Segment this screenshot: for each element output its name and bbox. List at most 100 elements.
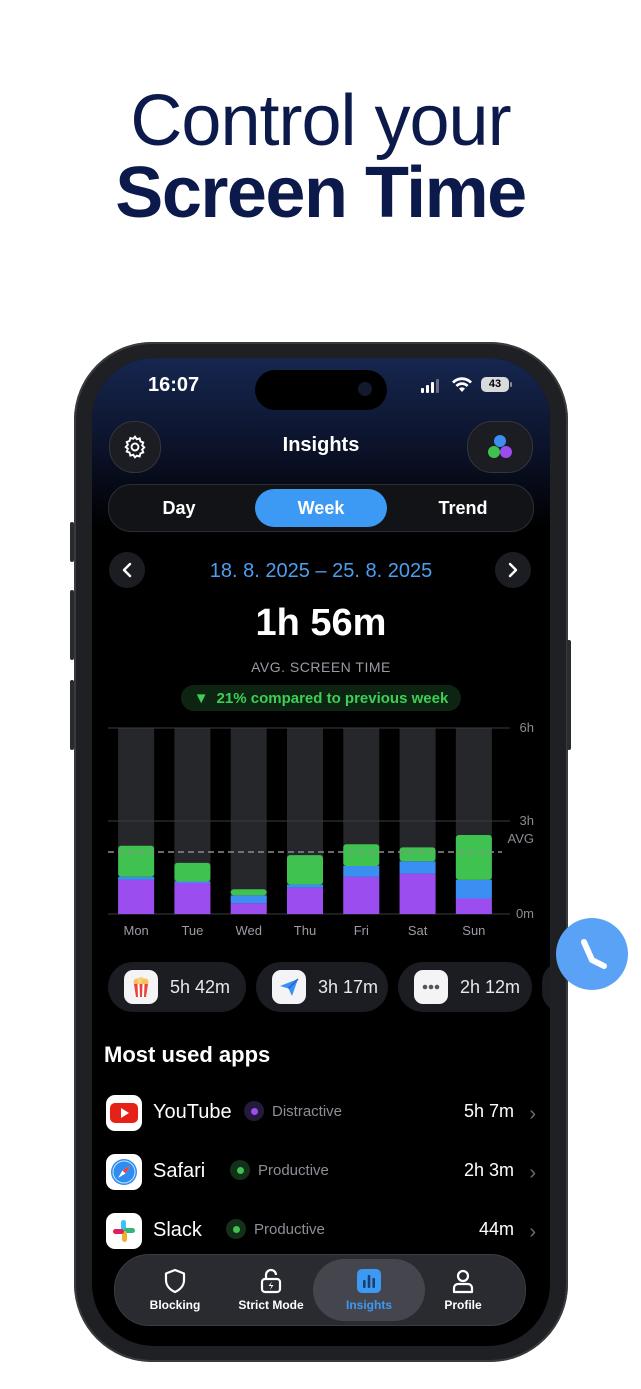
bar-segment — [343, 865, 380, 877]
app-category: Productive — [226, 1219, 325, 1239]
bar-segment — [118, 879, 155, 914]
category-dot — [244, 1101, 264, 1121]
app-time: 2h 3m — [463, 1160, 514, 1180]
battery-icon: 43 — [481, 377, 509, 392]
profile-color-button[interactable] — [467, 421, 533, 473]
app-category: Productive — [230, 1160, 329, 1180]
color-dots-icon — [488, 435, 512, 458]
bar-segment — [343, 876, 380, 914]
app-time: 5h 7m — [463, 1101, 514, 1121]
bar-segment — [399, 873, 436, 914]
weekly-usage-chart: 0m 3h 6h AVG Mon Tue Wed Thu Fri Sat Sun — [108, 720, 535, 938]
bar-segment — [174, 883, 211, 914]
tab-trend[interactable]: Trend — [397, 489, 529, 527]
tab-day[interactable]: Day — [113, 489, 245, 527]
tab-label: Profile — [444, 1298, 482, 1312]
status-time: 16:07 — [148, 374, 200, 396]
bar-segment — [230, 903, 267, 914]
bar-segment — [455, 898, 492, 914]
bar-chart-icon — [357, 1269, 381, 1293]
phone-action-button — [70, 522, 74, 562]
chevron-right-icon: › — [529, 1162, 536, 1184]
tab-insights[interactable]: Insights — [313, 1259, 425, 1321]
phone-volume-down — [70, 680, 74, 750]
app-row-slack[interactable]: Slack Productive 44m › — [106, 1211, 536, 1251]
down-arrow-icon: ▼ — [193, 689, 209, 707]
slack-icon — [106, 1213, 142, 1249]
bottom-tab-bar: Blocking Strict Mode Insights Profile — [114, 1254, 526, 1326]
x-tick-label: Mon — [123, 923, 148, 938]
app-name: Slack — [153, 1219, 202, 1241]
category-chip-entertainment[interactable]: 5h 42m — [108, 962, 246, 1012]
lock-bolt-icon — [260, 1268, 282, 1294]
app-row-youtube[interactable]: YouTube Distractive 5h 7m › — [106, 1093, 536, 1133]
category-chip-communication[interactable]: 3h 17m — [256, 962, 388, 1012]
category-dot — [230, 1160, 250, 1180]
popcorn-icon — [124, 970, 158, 1004]
tab-strict-mode[interactable]: Strict Mode — [223, 1255, 319, 1325]
bar-segment — [455, 879, 492, 899]
y-tick-label: 3h — [520, 813, 534, 828]
headline-line-2: Screen Time — [115, 153, 527, 233]
headline-line-1: Control your — [130, 81, 511, 161]
category-label: Productive — [258, 1161, 329, 1179]
chevron-right-icon: › — [529, 1103, 536, 1125]
tab-label: Strict Mode — [238, 1298, 304, 1312]
app-screen: 16:07 43 Insights Day Week Trend 18. 8. … — [92, 358, 550, 1346]
y-tick-label: 0m — [516, 906, 534, 921]
app-row-safari[interactable]: Safari Productive 2h 3m › — [106, 1152, 536, 1192]
x-tick-label: Sun — [462, 923, 485, 938]
chevron-right-icon: › — [529, 1221, 536, 1243]
x-tick-label: Fri — [354, 923, 369, 938]
tab-label: Blocking — [149, 1298, 201, 1312]
bar-segment — [287, 887, 323, 914]
most-used-title: Most used apps — [104, 1042, 271, 1067]
comparison-text: 21% compared to previous week — [216, 689, 449, 707]
chevron-right-icon — [508, 562, 518, 578]
tab-label: Insights — [345, 1298, 392, 1312]
avg-screen-time-value: 1h 56m — [255, 602, 387, 644]
bar-segment — [287, 855, 323, 885]
clock-hands-icon — [581, 939, 607, 969]
avg-label: AVG — [508, 831, 535, 846]
app-name: Safari — [153, 1160, 206, 1182]
wifi-icon — [451, 376, 473, 399]
bar-segment — [174, 881, 211, 883]
tab-blocking[interactable]: Blocking — [127, 1255, 223, 1325]
chip-time: 5h 42m — [170, 976, 231, 997]
bar-segment — [230, 889, 267, 896]
next-week-button[interactable] — [495, 552, 531, 588]
comparison-badge: ▼ 21% compared to previous week — [181, 685, 461, 711]
floating-clock-button[interactable] — [556, 918, 628, 990]
bar-segment — [399, 847, 436, 862]
phone-power-button — [567, 640, 571, 750]
tab-week[interactable]: Week — [255, 489, 387, 527]
x-tick-label: Tue — [181, 923, 203, 938]
category-dot — [226, 1219, 246, 1239]
battery-cap — [510, 382, 512, 387]
chip-time: 2h 12m — [460, 976, 521, 997]
bar-segment — [343, 844, 380, 866]
bar-segment — [399, 861, 436, 874]
category-chip-partial[interactable] — [542, 962, 550, 1012]
more-dots-icon — [414, 970, 448, 1004]
x-tick-label: Sat — [408, 923, 428, 938]
bar-segment — [287, 884, 323, 888]
date-range: 18. 8. 2025 – 25. 8. 2025 — [209, 560, 433, 582]
bar-segment — [230, 895, 267, 904]
period-segmented-control: Day Week Trend — [108, 484, 534, 532]
signal-icon — [421, 378, 443, 399]
category-chip-other[interactable]: 2h 12m — [398, 962, 532, 1012]
paper-plane-icon — [272, 970, 306, 1004]
app-name: YouTube — [153, 1101, 232, 1123]
bar-segment — [174, 862, 211, 882]
app-time: 44m — [478, 1219, 514, 1239]
y-tick-label: 6h — [520, 720, 534, 735]
safari-icon — [106, 1154, 142, 1190]
bar-segment — [118, 876, 155, 880]
tab-profile[interactable]: Profile — [415, 1255, 511, 1325]
bar-segment — [118, 845, 155, 877]
youtube-icon — [106, 1095, 142, 1131]
category-label: Productive — [254, 1220, 325, 1238]
chip-time: 3h 17m — [318, 976, 379, 997]
